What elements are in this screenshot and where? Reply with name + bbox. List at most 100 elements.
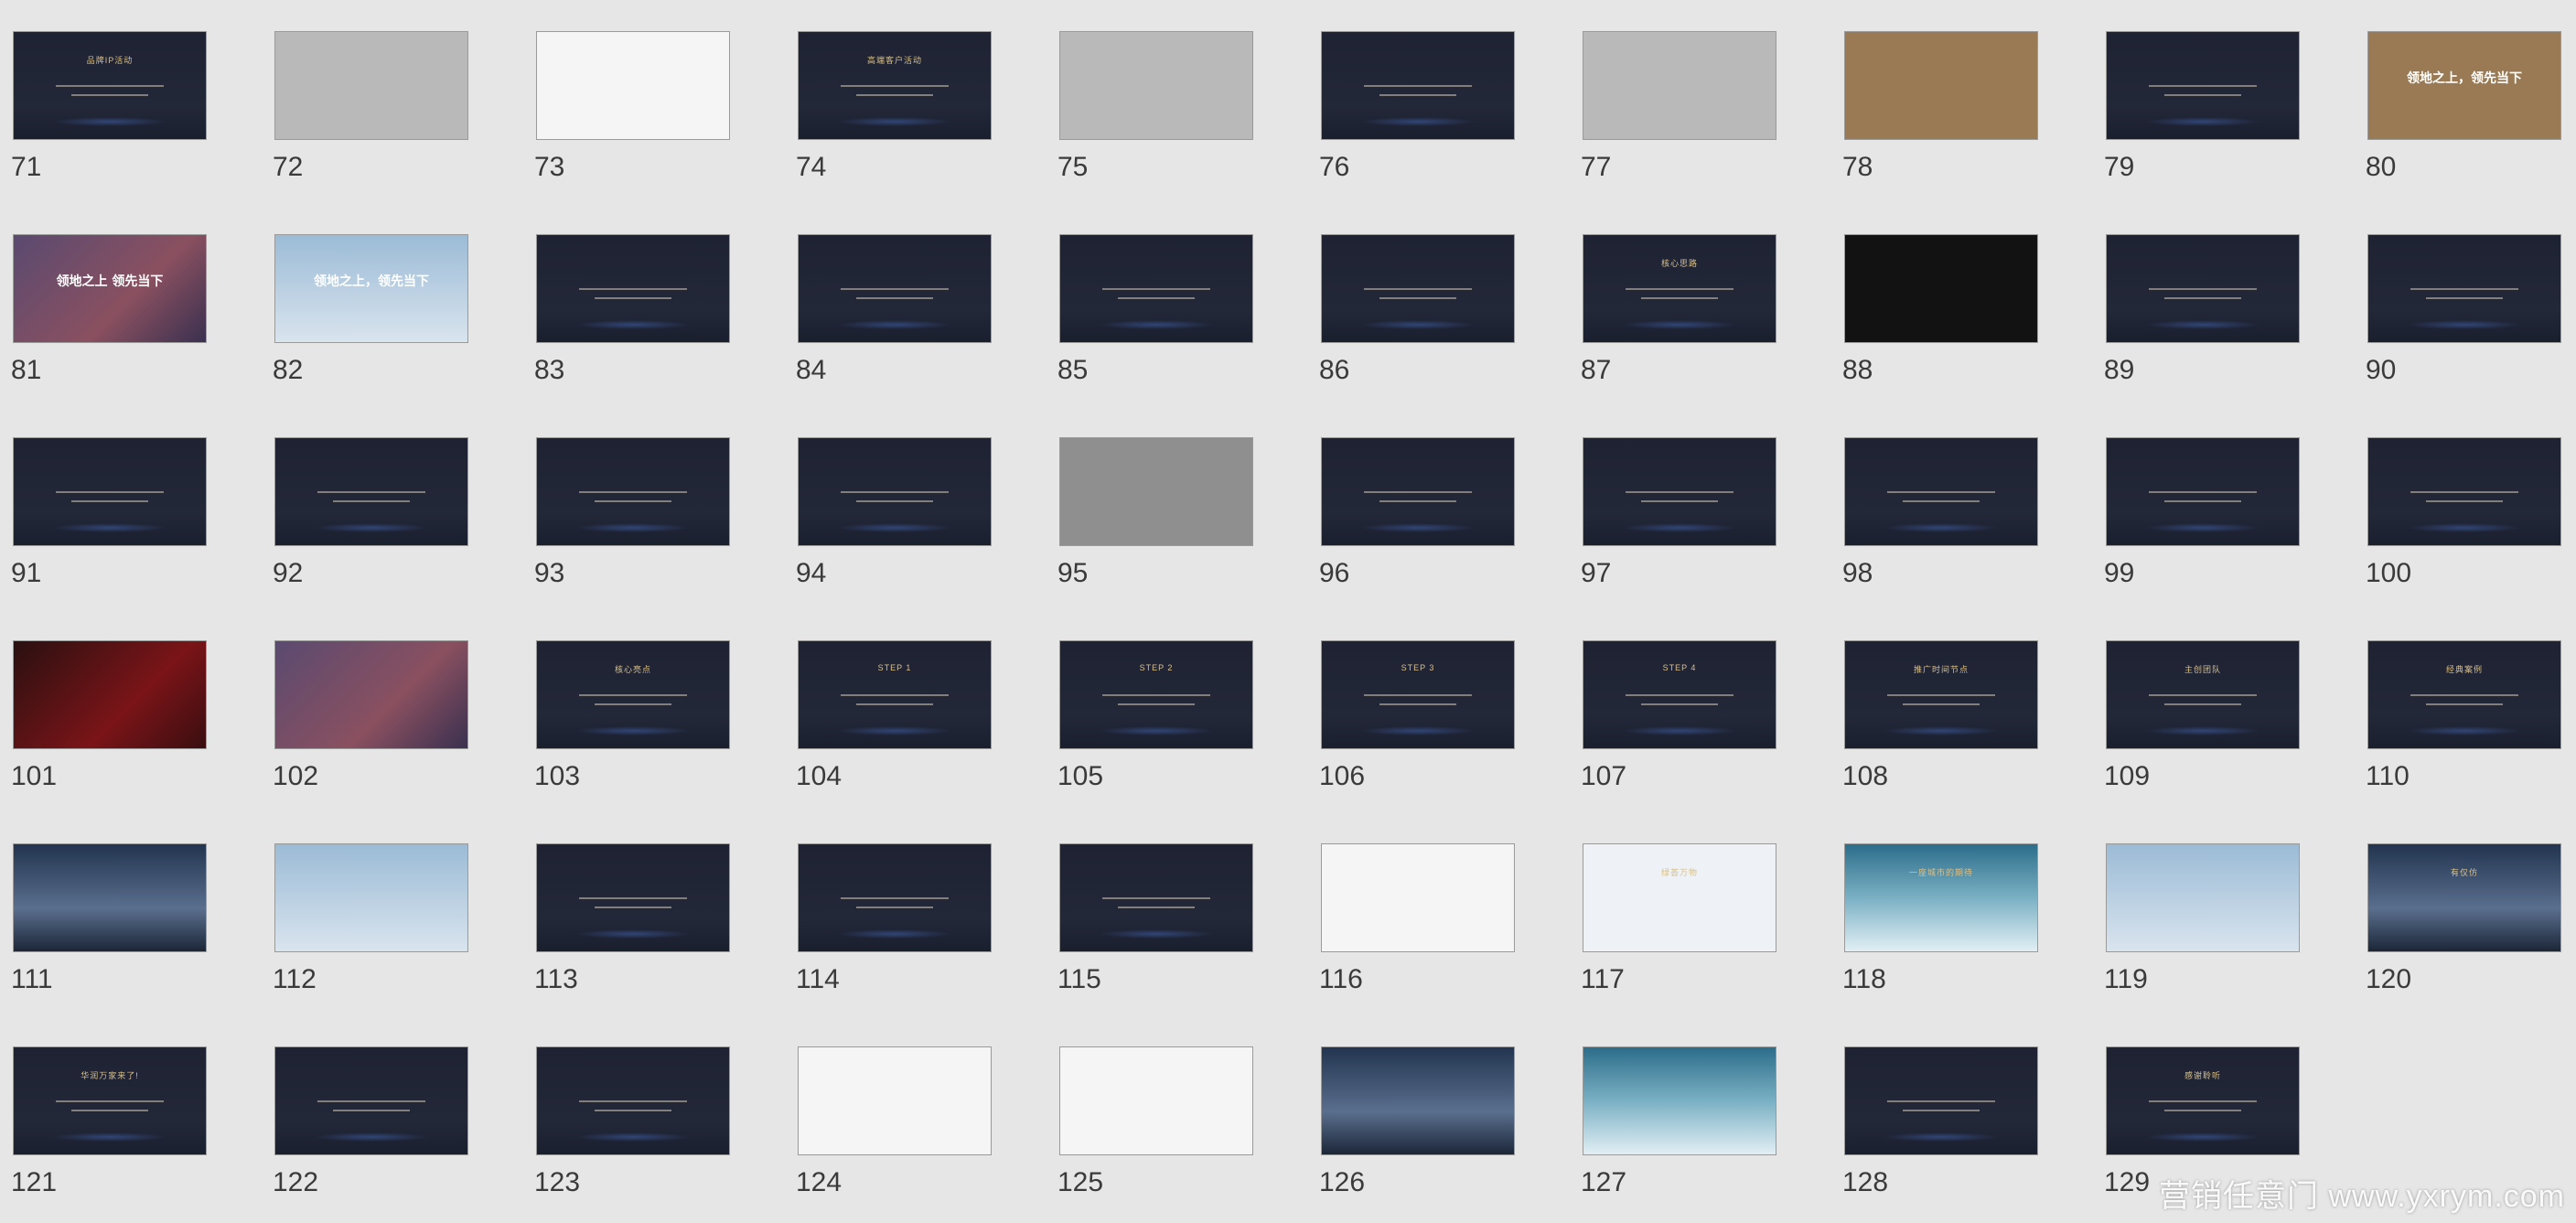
slide-text-line (1102, 694, 1210, 696)
slide-text-line (1379, 297, 1456, 299)
slide-preview[interactable] (2106, 234, 2300, 343)
slide-preview[interactable] (1583, 31, 1776, 140)
slide-number: 121 (11, 1167, 58, 1197)
slide-number: 125 (1057, 1167, 1104, 1197)
slide-text-line (2149, 85, 2257, 87)
slide-preview[interactable]: 主创团队 (2106, 640, 2300, 749)
slide-text-line (1626, 288, 1733, 290)
slide-sorter-grid: 品牌IP活动 71 72 73 高端客户活动 74 75 76 77 78 79 领地之上，领先当下 8… (0, 0, 2576, 1223)
slide-number: 102 (273, 761, 319, 791)
slide-preview[interactable] (798, 843, 992, 952)
slide-preview[interactable]: STEP 2 (1059, 640, 1253, 749)
slide-preview[interactable]: STEP 4 (1583, 640, 1776, 749)
slide-text-line (2149, 694, 2257, 696)
slide-text-line (841, 491, 949, 493)
slide-preview[interactable] (1321, 843, 1515, 952)
slide-preview[interactable]: 高端客户活动 (798, 31, 992, 140)
slide-text-line (1379, 500, 1456, 502)
slide-text-line (856, 94, 933, 96)
slide-number: 120 (2366, 964, 2412, 994)
slide-text-line (579, 694, 687, 696)
slide-preview[interactable] (1844, 31, 2038, 140)
slide-preview[interactable] (2367, 437, 2561, 546)
slide-preview[interactable] (2367, 234, 2561, 343)
slide-preview[interactable]: 华润万家来了! (13, 1046, 207, 1155)
slide-preview[interactable] (1059, 1046, 1253, 1155)
slide-preview[interactable] (1583, 437, 1776, 546)
slide-preview[interactable] (1583, 1046, 1776, 1155)
slide-preview[interactable]: 绿荟万物 (1583, 843, 1776, 952)
slide-number: 116 (1319, 964, 1363, 994)
slide-preview[interactable]: 领地之上 领先当下 (13, 234, 207, 343)
slide-number: 104 (796, 761, 843, 791)
slide-number: 110 (2366, 761, 2410, 791)
slide-preview[interactable] (1059, 31, 1253, 140)
slide-preview[interactable] (798, 1046, 992, 1155)
slide-number: 111 (11, 964, 53, 994)
slide-preview[interactable] (1321, 437, 1515, 546)
slide-number: 100 (2366, 558, 2412, 588)
slide-preview[interactable]: 领地之上，领先当下 (274, 234, 468, 343)
slide-preview[interactable] (274, 437, 468, 546)
slide-preview[interactable] (1321, 31, 1515, 140)
slide-text-line (595, 500, 671, 502)
slide-preview[interactable] (13, 843, 207, 952)
slide-preview[interactable] (2106, 437, 2300, 546)
slide-inner-title: 主创团队 (2184, 665, 2221, 674)
slide-preview[interactable]: 核心亮点 (536, 640, 730, 749)
slide-preview[interactable] (274, 31, 468, 140)
slide-number: 118 (1842, 964, 1886, 994)
slide-number: 128 (1842, 1167, 1889, 1197)
slide-preview[interactable] (536, 234, 730, 343)
slide-preview[interactable]: STEP 1 (798, 640, 992, 749)
slide-preview[interactable] (1059, 234, 1253, 343)
slide-preview[interactable] (2106, 31, 2300, 140)
slide-preview[interactable]: 核心思路 (1583, 234, 1776, 343)
slide-text-line (1887, 491, 1995, 493)
slide-preview[interactable] (1059, 843, 1253, 952)
slide-text-line (856, 703, 933, 705)
slide-text-line (595, 907, 671, 908)
slide-text-line (1903, 1110, 1980, 1111)
slide-preview[interactable] (1844, 1046, 2038, 1155)
slide-text-line (1626, 491, 1733, 493)
slide-preview[interactable]: 感谢聆听 (2106, 1046, 2300, 1155)
slide-preview[interactable] (536, 437, 730, 546)
slide-preview[interactable]: 品牌IP活动 (13, 31, 207, 140)
slide-number: 85 (1057, 355, 1089, 385)
slide-preview[interactable] (1844, 234, 2038, 343)
slide-inner-title: 核心思路 (1660, 259, 1698, 268)
slide-inner-title: 高端客户活动 (866, 56, 922, 65)
slide-text-line (841, 85, 949, 87)
slide-preview[interactable] (2106, 843, 2300, 952)
slide-preview[interactable] (1059, 437, 1253, 546)
slide-preview[interactable] (798, 437, 992, 546)
slide-text-line (1102, 288, 1210, 290)
slide-preview[interactable]: 一座城市的期待 (1844, 843, 2038, 952)
slide-text-line (56, 491, 164, 493)
slide-preview[interactable] (274, 843, 468, 952)
slide-preview[interactable] (1321, 1046, 1515, 1155)
slide-preview[interactable]: 有仅仿 (2367, 843, 2561, 952)
slide-preview[interactable] (536, 31, 730, 140)
slide-text-line (856, 500, 933, 502)
slide-preview[interactable]: 推广时间节点 (1844, 640, 2038, 749)
slide-preview[interactable] (798, 234, 992, 343)
slide-preview[interactable]: 领地之上，领先当下 (2367, 31, 2561, 140)
slide-preview[interactable] (13, 640, 207, 749)
slide-number: 75 (1057, 152, 1089, 182)
slide-number: 80 (2366, 152, 2397, 182)
slide-preview[interactable] (536, 1046, 730, 1155)
slide-preview[interactable] (1321, 234, 1515, 343)
slide-number: 73 (534, 152, 565, 182)
slide-preview[interactable] (274, 1046, 468, 1155)
slide-preview[interactable]: STEP 3 (1321, 640, 1515, 749)
slide-preview[interactable] (274, 640, 468, 749)
slide-inner-title: 推广时间节点 (1913, 665, 1969, 674)
slide-preview[interactable] (1844, 437, 2038, 546)
slide-number: 117 (1581, 964, 1625, 994)
slide-preview[interactable]: 经典案例 (2367, 640, 2561, 749)
slide-text-line (2149, 1100, 2257, 1102)
slide-preview[interactable] (13, 437, 207, 546)
slide-preview[interactable] (536, 843, 730, 952)
